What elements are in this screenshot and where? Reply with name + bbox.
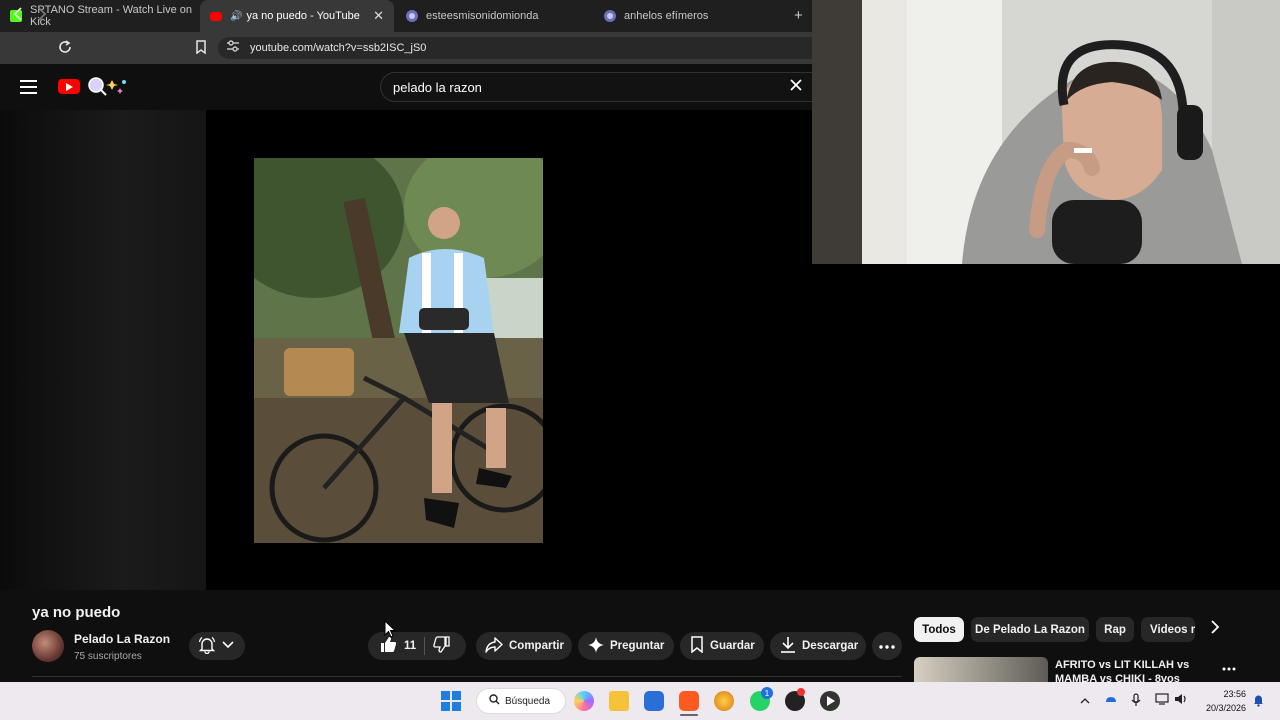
- subscriber-count: 75 suscriptores: [74, 651, 142, 662]
- bookmark-icon: [690, 636, 704, 656]
- notification-badge: 1: [761, 687, 773, 699]
- tab-youtube[interactable]: 🔊 ya no puedo - YouTube ✕: [200, 0, 394, 32]
- share-button[interactable]: Compartir: [476, 632, 572, 660]
- site-info-icon[interactable]: [226, 40, 240, 55]
- divider: [32, 676, 902, 677]
- tab-title: anhelos efímeros: [624, 10, 709, 22]
- whatsapp-icon[interactable]: 1: [750, 687, 773, 711]
- recommendation-title[interactable]: AFRITO vs LIT KILLAH vs MAMBA vs CHIKI -…: [1055, 658, 1213, 682]
- volume-icon[interactable]: [1174, 693, 1188, 708]
- tab-title: SPTANO Stream - Watch Live on Kick: [30, 4, 192, 28]
- hamburger-menu-icon[interactable]: [20, 80, 37, 94]
- video-title: ya no puedo: [32, 604, 121, 621]
- more-icon[interactable]: [1222, 658, 1236, 674]
- sparkle-icon: [588, 636, 604, 656]
- channel-avatar[interactable]: [32, 630, 64, 662]
- music-icon: [604, 10, 616, 22]
- more-icon: [879, 640, 895, 652]
- like-count: 11: [404, 640, 417, 652]
- forward-icon[interactable]: [36, 7, 48, 25]
- channel-name[interactable]: Pelado La Razon: [74, 632, 170, 646]
- url-text[interactable]: youtube.com/watch?v=ssb2ISC_jS0: [250, 42, 426, 54]
- music-icon: [406, 10, 418, 22]
- search-icon: [489, 694, 500, 708]
- speaker-icon: 🔊: [230, 10, 243, 22]
- notification-bell-button[interactable]: [189, 632, 245, 660]
- chip-videos[interactable]: Videos r: [1141, 617, 1195, 642]
- mouse-cursor: [384, 619, 397, 643]
- app-icon[interactable]: [714, 691, 734, 711]
- player-side-margin: [0, 110, 206, 590]
- close-tab-icon[interactable]: ✕: [373, 8, 384, 24]
- taskbar-search-label: Búsqueda: [505, 695, 551, 707]
- back-icon[interactable]: [12, 7, 24, 25]
- dislike-icon[interactable]: [433, 636, 450, 656]
- share-icon: [485, 636, 503, 656]
- app-icon[interactable]: [785, 688, 805, 711]
- download-label: Descargar: [802, 640, 859, 652]
- video-frame-photo: [254, 158, 543, 543]
- download-button[interactable]: Descargar: [770, 632, 866, 660]
- tab-music-1[interactable]: esteesmisonidomionda: [396, 0, 592, 32]
- tab-title: ya no puedo - YouTube: [246, 10, 360, 22]
- monitor-icon[interactable]: [1155, 693, 1169, 708]
- chip-channel[interactable]: De Pelado La Razon: [971, 617, 1089, 642]
- reload-icon[interactable]: [58, 40, 72, 58]
- more-actions-button[interactable]: [872, 632, 902, 660]
- recommendation-thumbnail[interactable]: [914, 657, 1048, 682]
- network-app-icon[interactable]: [1104, 693, 1118, 708]
- search-query[interactable]: pelado la razon: [393, 80, 482, 95]
- ask-button[interactable]: Preguntar: [578, 632, 674, 660]
- copilot-icon[interactable]: [574, 691, 594, 711]
- windows-start-icon[interactable]: [441, 691, 461, 716]
- file-explorer-icon[interactable]: [609, 691, 629, 711]
- new-tab-button[interactable]: +: [794, 7, 803, 24]
- taskbar-search[interactable]: Búsqueda: [476, 688, 566, 714]
- chip-all[interactable]: Todos: [914, 617, 964, 642]
- microphone-icon[interactable]: [1131, 693, 1141, 710]
- save-label: Guardar: [710, 640, 755, 652]
- save-button[interactable]: Guardar: [680, 632, 764, 660]
- doodle-logo[interactable]: [84, 76, 128, 96]
- download-icon: [780, 636, 796, 656]
- chevron-up-icon[interactable]: [1080, 695, 1090, 707]
- tab-title: esteesmisonidomionda: [426, 10, 539, 22]
- tab-music-2[interactable]: anhelos efímeros: [594, 0, 790, 32]
- brave-browser-icon[interactable]: [679, 691, 699, 716]
- like-dislike-group: 11: [368, 632, 466, 660]
- clock-date[interactable]: 20/3/2026: [1200, 703, 1246, 713]
- youtube-icon: [210, 11, 222, 21]
- notification-bell-icon[interactable]: [1253, 694, 1264, 710]
- chevron-down-icon: [222, 640, 234, 652]
- webcam-overlay: [812, 0, 1280, 264]
- bookmark-icon[interactable]: [195, 40, 207, 58]
- clear-search-icon[interactable]: [789, 76, 803, 97]
- chip-rap[interactable]: Rap: [1096, 617, 1134, 642]
- clock-time[interactable]: 23:56: [1222, 689, 1246, 699]
- tab-kick[interactable]: SPTANO Stream - Watch Live on Kick: [0, 0, 200, 32]
- share-label: Compartir: [509, 640, 564, 652]
- youtube-logo[interactable]: [58, 79, 80, 94]
- media-player-icon[interactable]: [820, 691, 840, 711]
- divider: [424, 637, 426, 655]
- bell-icon: [198, 636, 216, 657]
- chevron-right-icon[interactable]: [1210, 620, 1220, 639]
- store-icon[interactable]: [644, 691, 664, 711]
- ask-label: Preguntar: [610, 640, 665, 652]
